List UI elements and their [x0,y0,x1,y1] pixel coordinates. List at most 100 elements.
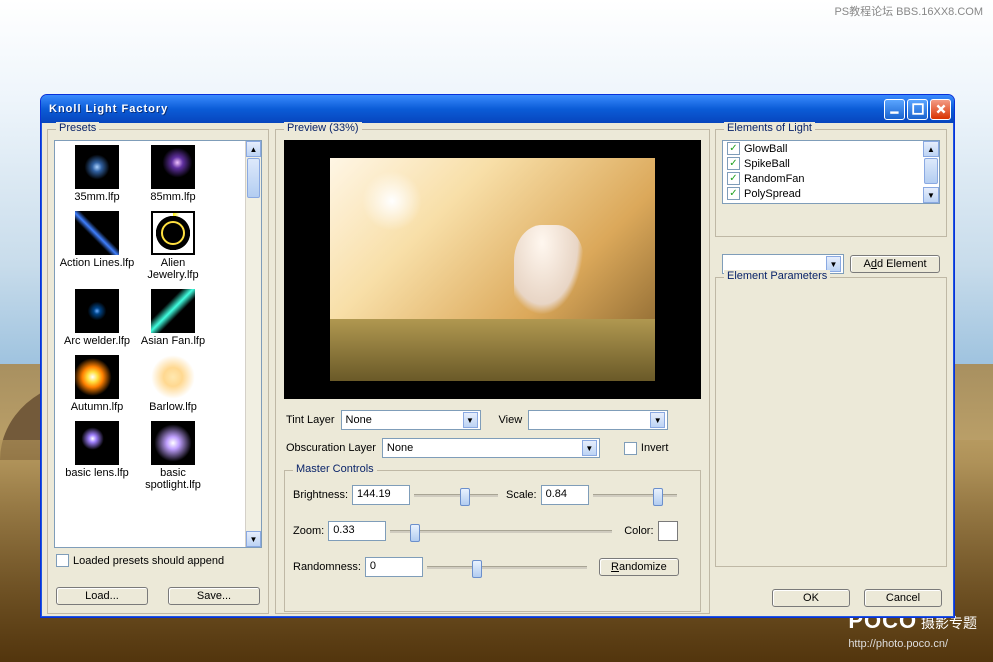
scroll-down-icon[interactable]: ▼ [246,531,261,547]
close-button[interactable] [930,99,951,120]
save-button[interactable]: Save... [168,587,260,605]
randomize-button[interactable]: Randomize [599,558,679,576]
preset-item[interactable]: Asian Fan.lfp [135,289,211,347]
elements-legend: Elements of Light [724,122,815,134]
watermark-top: PS教程论坛 BBS.16XX8.COM [834,6,983,19]
load-button[interactable]: Load... [56,587,148,605]
minimize-button[interactable] [884,99,905,120]
color-label: Color: [624,525,653,537]
element-checkbox[interactable]: ✓ [727,187,740,200]
obscuration-dropdown[interactable]: None ▼ [382,438,600,458]
element-label: PolySpread [744,188,801,200]
elements-group: Elements of Light ✓GlowBall✓SpikeBall✓Ra… [715,129,947,237]
preset-label: Barlow.lfp [135,401,211,413]
view-label: View [499,414,523,426]
checkbox-icon: ✓ [727,157,740,170]
invert-checkbox[interactable]: Invert [624,442,669,455]
preset-label: 35mm.lfp [59,191,135,203]
tint-dropdown[interactable]: None ▼ [341,410,481,430]
element-parameters-group: Element Parameters [715,277,947,567]
dialog-window: Knoll Light Factory Presets 35mm.lfp85mm… [40,94,955,618]
scroll-down-icon[interactable]: ▼ [923,187,939,203]
preset-thumb [151,421,195,465]
preset-item[interactable]: Action Lines.lfp [59,211,135,281]
randomness-input[interactable]: 0 [365,557,423,577]
zoom-slider[interactable] [390,521,612,541]
preview-legend: Preview (33%) [284,122,362,134]
preset-label: basic spotlight.lfp [135,467,211,491]
element-label: RandomFan [744,173,805,185]
master-controls-group: Master Controls Brightness: 144.19 Scale… [284,470,701,612]
preset-item[interactable]: Autumn.lfp [59,355,135,413]
brightness-input[interactable]: 144.19 [352,485,410,505]
preview-image[interactable] [284,140,701,399]
add-element-button[interactable]: Add Element [850,255,940,273]
zoom-input[interactable]: 0.33 [328,521,386,541]
master-legend: Master Controls [293,463,377,475]
ok-button[interactable]: OK [772,589,850,607]
scroll-up-icon[interactable]: ▲ [923,141,939,157]
preset-thumb [75,421,119,465]
titlebar[interactable]: Knoll Light Factory [41,95,954,123]
element-row[interactable]: ✓ PolySpread [723,186,923,201]
presets-group: Presets 35mm.lfp85mm.lfpAction Lines.lfp… [47,129,269,614]
scroll-up-icon[interactable]: ▲ [246,141,261,157]
preset-thumb [75,211,119,255]
presets-legend: Presets [56,122,99,134]
preset-thumb [75,289,119,333]
preset-thumb [151,289,195,333]
preset-thumb [151,145,195,189]
cancel-button[interactable]: Cancel [864,589,942,607]
scroll-thumb[interactable] [924,158,938,184]
element-row[interactable]: ✓ RandomFan [723,171,923,186]
window-title: Knoll Light Factory [49,103,882,115]
maximize-button[interactable] [907,99,928,120]
checkbox-icon [56,554,69,567]
chevron-down-icon: ▼ [463,412,478,428]
invert-label: Invert [641,442,669,454]
preset-label: Alien Jewelry.lfp [135,257,211,281]
params-legend: Element Parameters [724,270,830,282]
element-row[interactable]: ✓ GlowBall [723,141,923,156]
preset-item[interactable]: Arc welder.lfp [59,289,135,347]
preset-item[interactable]: 35mm.lfp [59,145,135,203]
preset-thumb [151,355,195,399]
presets-scrollbar[interactable]: ▲ ▼ [245,141,261,547]
preset-item[interactable]: basic spotlight.lfp [135,421,211,491]
tint-label: Tint Layer [286,414,335,426]
brightness-slider[interactable] [414,485,498,505]
preset-thumb [151,211,195,255]
preset-label: Autumn.lfp [59,401,135,413]
preset-thumb [75,145,119,189]
checkbox-icon [624,442,637,455]
preset-item[interactable]: Barlow.lfp [135,355,211,413]
obscuration-value: None [387,442,413,454]
append-checkbox[interactable]: Loaded presets should append [56,554,224,567]
randomness-slider[interactable] [427,557,587,577]
color-swatch[interactable] [658,521,678,541]
append-label: Loaded presets should append [73,555,224,567]
scroll-thumb[interactable] [247,158,260,198]
element-checkbox[interactable]: ✓ [727,142,740,155]
preset-item[interactable]: Alien Jewelry.lfp [135,211,211,281]
view-dropdown[interactable]: ▼ [528,410,668,430]
preset-label: Asian Fan.lfp [135,335,211,347]
checkbox-icon: ✓ [727,142,740,155]
element-label: SpikeBall [744,158,790,170]
element-checkbox[interactable]: ✓ [727,157,740,170]
checkbox-icon: ✓ [727,172,740,185]
scale-slider[interactable] [593,485,677,505]
chevron-down-icon: ▼ [582,440,597,456]
element-label: GlowBall [744,143,787,155]
scale-input[interactable]: 0.84 [541,485,589,505]
element-checkbox[interactable]: ✓ [727,172,740,185]
tint-value: None [346,414,372,426]
preset-item[interactable]: 85mm.lfp [135,145,211,203]
randomness-label: Randomness: [293,561,361,573]
elements-scrollbar[interactable]: ▲ ▼ [923,141,939,203]
preset-item[interactable]: basic lens.lfp [59,421,135,491]
elements-list[interactable]: ✓ GlowBall ✓ SpikeBall ✓ RandomFan ✓ PolySpread… [722,140,940,204]
brightness-label: Brightness: [293,489,348,501]
element-row[interactable]: ✓ SpikeBall [723,156,923,171]
presets-list[interactable]: 35mm.lfp85mm.lfpAction Lines.lfpAlien Je… [54,140,262,548]
